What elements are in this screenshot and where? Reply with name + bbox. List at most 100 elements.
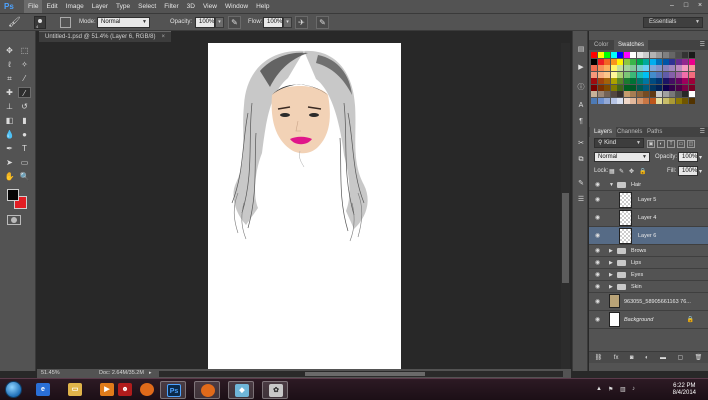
layer-row[interactable]: ◉ Layer 6 <box>589 227 708 245</box>
swatch[interactable] <box>643 52 649 58</box>
swatch[interactable] <box>662 78 669 84</box>
chevron-right-icon[interactable]: ▶ <box>609 260 613 266</box>
fx-icon[interactable]: fx <box>614 355 619 361</box>
pen-tool-icon[interactable]: ✒ <box>3 143 16 154</box>
swatch[interactable] <box>591 97 597 104</box>
start-button[interactable] <box>5 381 22 398</box>
swatch[interactable] <box>656 91 662 97</box>
swatch[interactable] <box>656 78 662 84</box>
swatch[interactable] <box>649 78 656 84</box>
visibility-eye-icon[interactable]: ◉ <box>595 214 600 221</box>
zoom-tool-icon[interactable]: 🔍 <box>18 171 31 182</box>
swatch[interactable] <box>617 65 623 71</box>
blur-tool-icon[interactable]: 💧 <box>3 129 16 140</box>
swatch[interactable] <box>604 71 610 78</box>
opacity-dropdown-icon[interactable]: ▾ <box>215 17 224 28</box>
visibility-eye-icon[interactable]: ◉ <box>595 196 600 203</box>
menu-select[interactable]: Select <box>134 0 160 13</box>
taskbar-firefox[interactable] <box>134 381 160 399</box>
swatch[interactable] <box>630 78 636 84</box>
history-panel-icon[interactable]: ▤ <box>576 45 586 54</box>
swatch[interactable] <box>675 78 682 84</box>
swatch[interactable] <box>643 84 649 91</box>
visibility-eye-icon[interactable]: ◉ <box>595 259 600 266</box>
type-tool-icon[interactable]: T <box>18 143 31 154</box>
swatch[interactable] <box>662 52 669 58</box>
swatch[interactable] <box>604 58 610 65</box>
workspace-select[interactable]: Essentials ▼ <box>643 17 703 28</box>
swatch[interactable] <box>610 52 617 58</box>
swatch[interactable] <box>669 84 675 91</box>
swatch[interactable] <box>688 71 695 78</box>
swatch[interactable] <box>643 65 649 71</box>
brush-panel-icon[interactable]: ✎ <box>576 179 586 188</box>
show-hidden-icon[interactable]: ▲ <box>596 386 602 392</box>
swatch[interactable] <box>649 65 656 71</box>
tab-color[interactable]: Color <box>590 40 612 50</box>
swatch[interactable] <box>675 52 682 58</box>
swatch[interactable] <box>617 52 623 58</box>
swatch[interactable] <box>623 78 630 84</box>
adjustments-icon[interactable]: ☰ <box>576 195 586 204</box>
vertical-scrollbar[interactable] <box>561 43 570 369</box>
swatch[interactable] <box>688 52 695 58</box>
flow-field[interactable]: 100% <box>263 17 283 28</box>
filter-type-icon[interactable]: T <box>667 140 675 148</box>
blend-mode-select[interactable]: Normal ▼ <box>594 152 650 162</box>
horizontal-scroll-thumb[interactable] <box>305 372 425 376</box>
canvas[interactable] <box>208 43 401 370</box>
swatch[interactable] <box>597 65 604 71</box>
swatch[interactable] <box>630 65 636 71</box>
swatch[interactable] <box>682 78 688 84</box>
menu-image[interactable]: Image <box>62 0 88 13</box>
swatch[interactable] <box>649 58 656 65</box>
close-button[interactable]: × <box>696 2 704 10</box>
filter-pixel-icon[interactable]: ▣ <box>647 140 655 148</box>
swatch[interactable] <box>597 97 604 104</box>
swatch[interactable] <box>662 91 669 97</box>
marquee-tool-icon[interactable]: ⬚ <box>18 45 31 56</box>
swatch[interactable] <box>643 91 649 97</box>
mode-select[interactable]: Normal ▼ <box>97 17 150 28</box>
brush-preset-picker[interactable]: 4 <box>34 16 46 29</box>
layer-row[interactable]: ◉ Layer 5 <box>589 191 708 209</box>
swatch[interactable] <box>669 91 675 97</box>
lock-all-icon[interactable]: 🔒 <box>639 168 646 175</box>
swatch[interactable] <box>643 58 649 65</box>
layer-row[interactable]: ◉ ▶ Skin <box>589 281 708 293</box>
eraser-tool-icon[interactable]: ◧ <box>3 115 16 126</box>
paragraph-panel-icon[interactable]: ¶ <box>576 117 586 126</box>
swatch[interactable] <box>675 71 682 78</box>
mask-icon[interactable]: ◙ <box>630 355 634 361</box>
lock-transparent-icon[interactable]: ▦ <box>609 168 615 175</box>
swatch[interactable] <box>662 97 669 104</box>
menu-edit[interactable]: Edit <box>42 0 61 13</box>
swatch[interactable] <box>643 78 649 84</box>
menu-3d[interactable]: 3D <box>183 0 199 13</box>
visibility-eye-icon[interactable]: ◉ <box>595 181 600 188</box>
swatch[interactable] <box>630 71 636 78</box>
swatch[interactable] <box>636 91 643 97</box>
swatch[interactable] <box>617 78 623 84</box>
swatch[interactable] <box>591 84 597 91</box>
foreground-color-swatch[interactable] <box>7 189 19 201</box>
swatch[interactable] <box>682 71 688 78</box>
layer-row[interactable]: ◉ ▶ Eyes <box>589 269 708 281</box>
swatch[interactable] <box>649 91 656 97</box>
shape-tool-icon[interactable]: ▭ <box>18 157 31 168</box>
chevron-down-icon[interactable]: ▾ <box>699 168 702 175</box>
panel-menu-icon[interactable]: ☰ <box>700 41 705 48</box>
swatch[interactable] <box>610 78 617 84</box>
pressure-opacity-icon[interactable]: ✎ <box>228 16 241 29</box>
chevron-right-icon[interactable]: ▶ <box>609 272 613 278</box>
fill-field[interactable]: 100% <box>678 166 698 176</box>
menu-help[interactable]: Help <box>252 0 273 13</box>
layer-row[interactable]: ◉ Layer 4 <box>589 209 708 227</box>
swatch[interactable] <box>623 71 630 78</box>
move-tool-icon[interactable]: ✥ <box>3 45 16 56</box>
swatch[interactable] <box>669 97 675 104</box>
swatch[interactable] <box>649 52 656 58</box>
swatch[interactable] <box>675 97 682 104</box>
swatch[interactable] <box>623 91 630 97</box>
swatch[interactable] <box>617 71 623 78</box>
